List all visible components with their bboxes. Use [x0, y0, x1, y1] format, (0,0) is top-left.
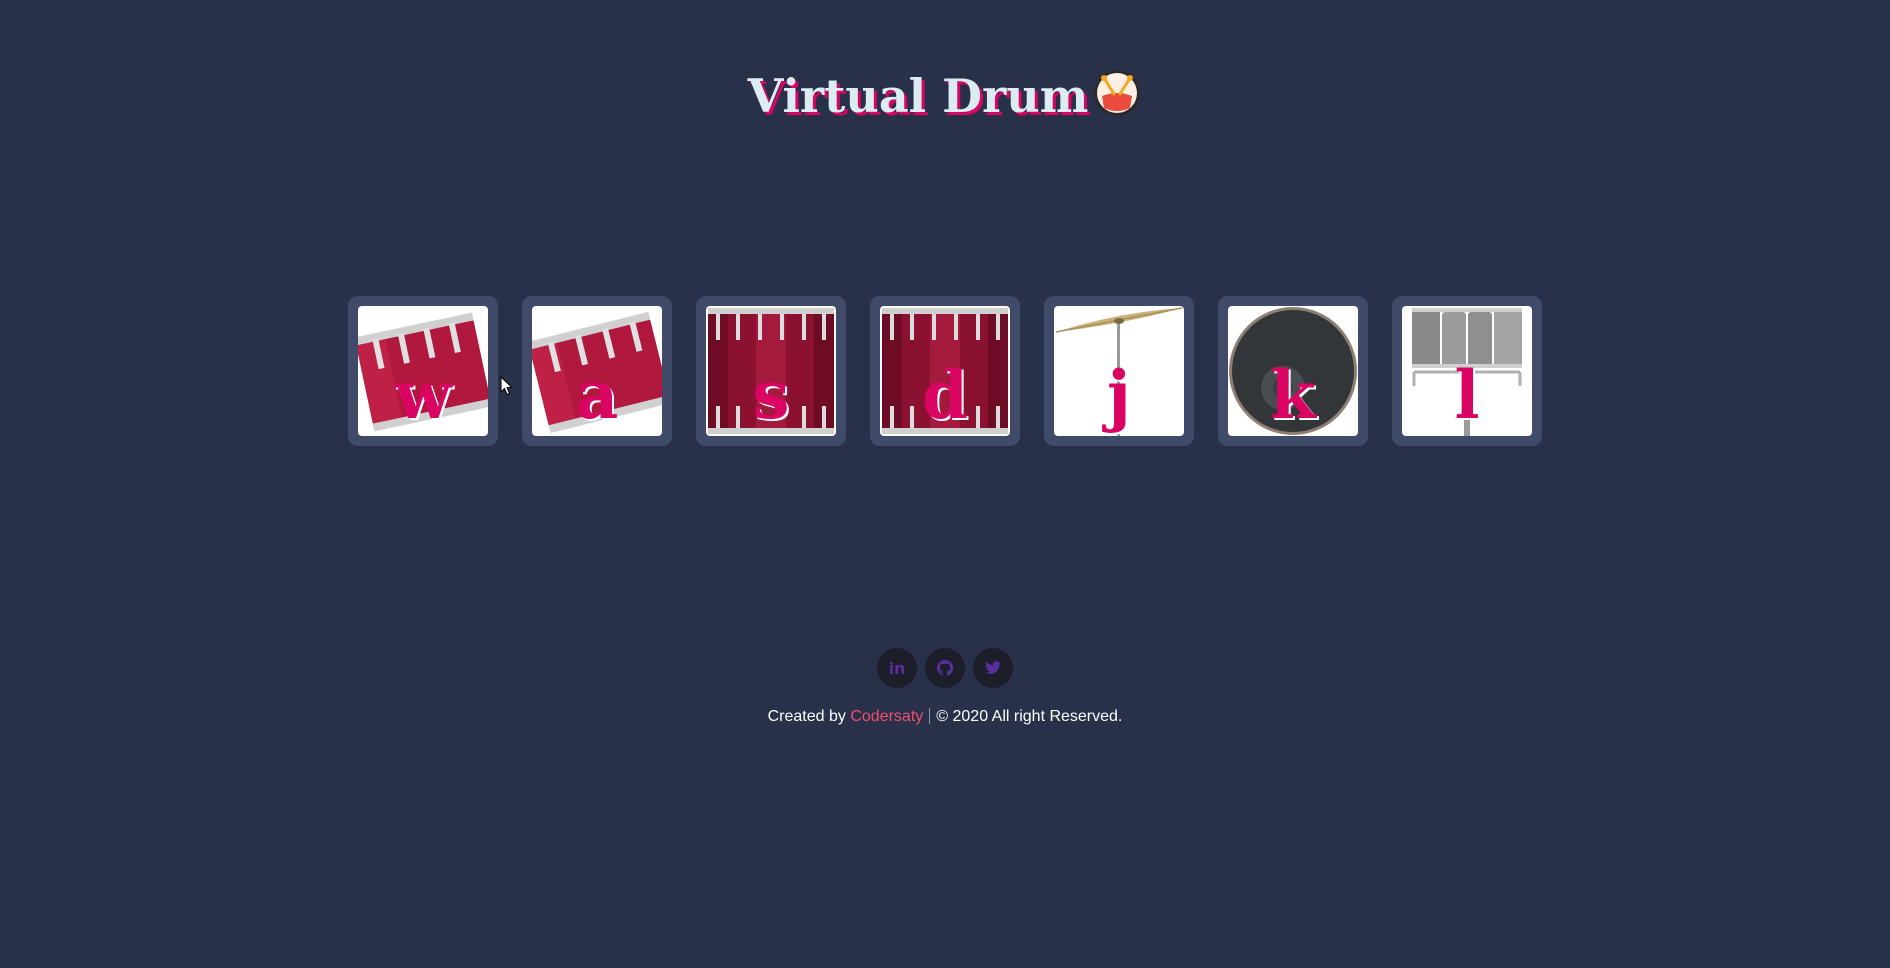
drum-pad-face: w — [358, 306, 488, 436]
twitter-button[interactable] — [973, 648, 1013, 688]
linkedin-icon: in — [888, 658, 906, 678]
drum-pad-s[interactable]: s — [696, 296, 846, 446]
drum-pad-face: j — [1054, 306, 1184, 436]
drum-pad-face: d — [880, 306, 1010, 436]
drum-pad-face: l — [1402, 306, 1532, 436]
twitter-icon — [985, 661, 1001, 674]
drum-pad-face: k — [1228, 306, 1358, 436]
mouse-cursor-icon — [500, 376, 514, 396]
drum-pad-l[interactable]: l — [1392, 296, 1542, 446]
drum-key-label: d — [921, 356, 969, 434]
drum-set: w a s d j k l — [0, 296, 1890, 446]
author-link[interactable]: Codersaty — [850, 708, 923, 725]
drum-face-icon — [1094, 69, 1141, 116]
drum-key-label: a — [575, 356, 619, 434]
drum-pad-k[interactable]: k — [1218, 296, 1368, 446]
drum-key-label: s — [752, 356, 790, 434]
drum-pad-d[interactable]: d — [870, 296, 1020, 446]
drum-pad-face: s — [706, 306, 836, 436]
page-title: Virtual Drum — [0, 61, 1890, 131]
drum-pad-face: a — [532, 306, 662, 436]
footer-copyright: © 2020 All right Reserved. — [936, 708, 1123, 725]
github-icon — [937, 660, 953, 676]
drum-key-label: j — [1107, 356, 1131, 434]
linkedin-button[interactable]: in — [877, 648, 917, 688]
footer: Created by Codersaty © 2020 All right Res… — [0, 708, 1890, 726]
drum-key-label: k — [1270, 356, 1316, 434]
social-links: in — [0, 648, 1890, 688]
drum-pad-j[interactable]: j — [1044, 296, 1194, 446]
github-button[interactable] — [925, 648, 965, 688]
drum-pad-a[interactable]: a — [522, 296, 672, 446]
footer-created-by: Created by — [767, 708, 846, 725]
page-title-text: Virtual Drum — [747, 68, 1089, 123]
drum-key-label: l — [1454, 356, 1480, 434]
footer-divider — [929, 708, 931, 724]
drum-pad-w[interactable]: w — [348, 296, 498, 446]
drum-key-label: w — [394, 356, 452, 434]
